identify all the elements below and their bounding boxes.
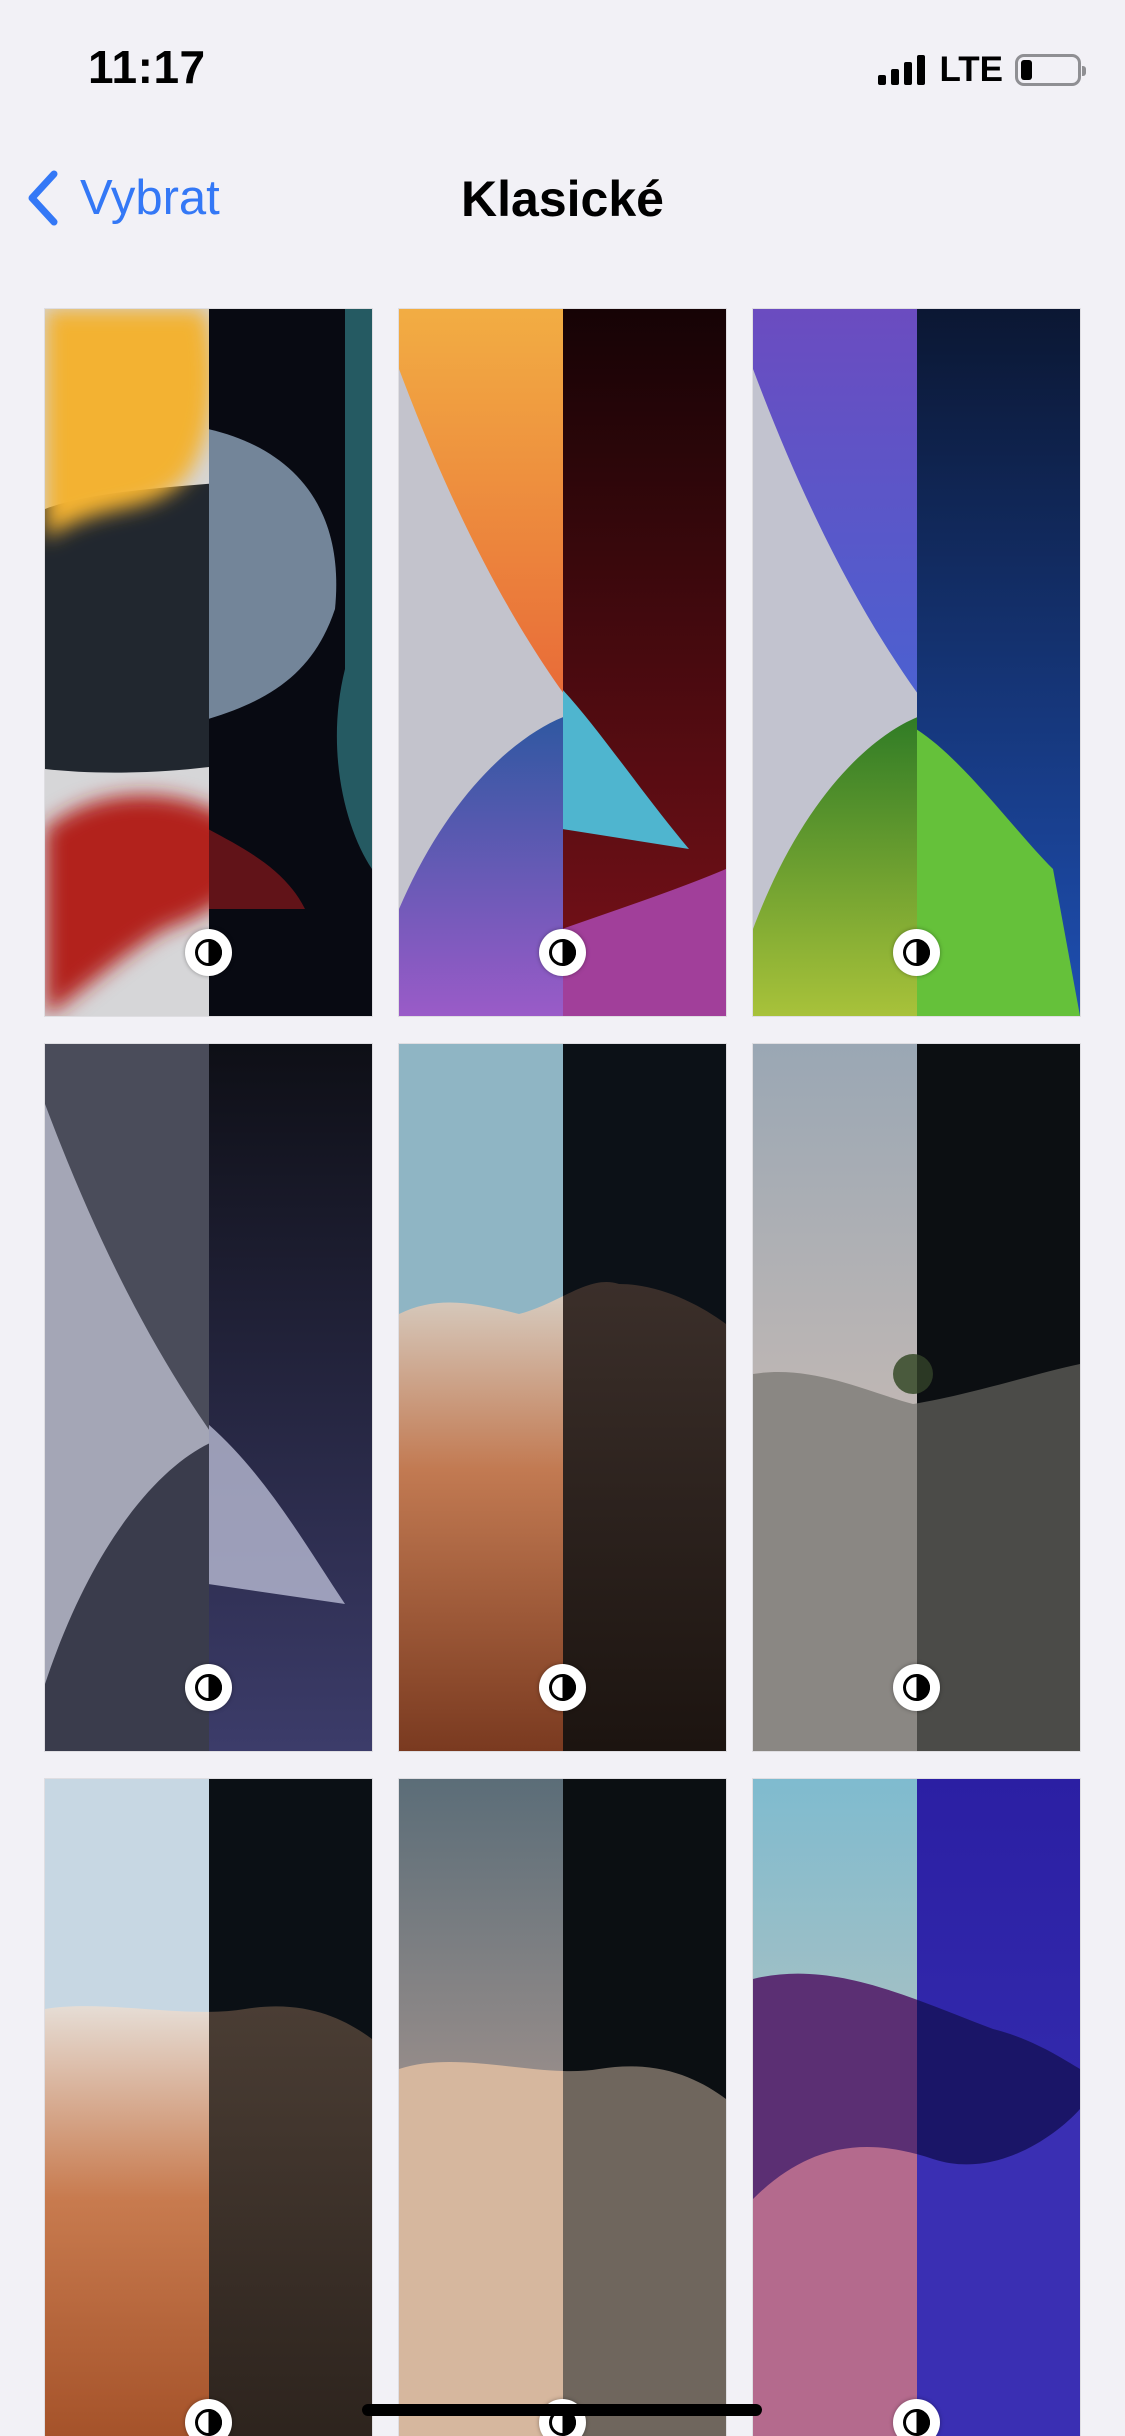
battery-icon [1015,54,1086,86]
wallpaper-dark-preview [916,309,1080,1016]
home-indicator[interactable] [362,2404,762,2416]
wallpaper-dark-preview [916,1779,1080,2436]
status-bar: 11:17 LTE [0,0,1125,140]
wallpaper-tile[interactable] [753,1044,1080,1751]
status-indicators: LTE [878,50,1086,90]
cellular-signal-icon [878,55,926,85]
wallpaper-light-preview [753,1779,917,2436]
navigation-bar: Vybrat Klasické [0,150,1125,250]
page-title: Klasické [461,171,664,227]
appearance-toggle-icon[interactable] [539,929,586,976]
wallpaper-dark-preview [562,1779,726,2436]
wallpaper-dark-preview [562,1044,726,1751]
wallpaper-tile[interactable] [399,309,726,1016]
wallpaper-dark-preview [916,1044,1080,1751]
wallpaper-dark-preview [562,309,726,1016]
wallpaper-tile[interactable] [399,1779,726,2436]
network-type: LTE [939,50,1003,89]
wallpaper-light-preview [753,309,917,1016]
wallpaper-dark-preview [208,1044,372,1751]
wallpaper-light-preview [45,1044,209,1751]
wallpaper-tile[interactable] [399,1044,726,1751]
wallpaper-tile[interactable] [45,1779,372,2436]
wallpaper-tile[interactable] [45,309,372,1016]
wallpaper-tile[interactable] [753,1779,1080,2436]
wallpaper-dark-preview [208,309,372,1016]
appearance-toggle-icon[interactable] [539,1664,586,1711]
wallpaper-light-preview [45,309,209,1016]
appearance-toggle-icon[interactable] [185,929,232,976]
wallpaper-tile[interactable] [753,309,1080,1016]
wallpaper-light-preview [399,309,563,1016]
wallpaper-light-preview [45,1779,209,2436]
appearance-toggle-icon[interactable] [893,929,940,976]
wallpaper-tile[interactable] [45,1044,372,1751]
appearance-toggle-icon[interactable] [185,1664,232,1711]
wallpaper-dark-preview [208,1779,372,2436]
wallpaper-light-preview [399,1779,563,2436]
wallpaper-light-preview [753,1044,917,1751]
appearance-toggle-icon[interactable] [893,1664,940,1711]
wallpaper-light-preview [399,1044,563,1751]
status-time: 11:17 [88,41,206,93]
